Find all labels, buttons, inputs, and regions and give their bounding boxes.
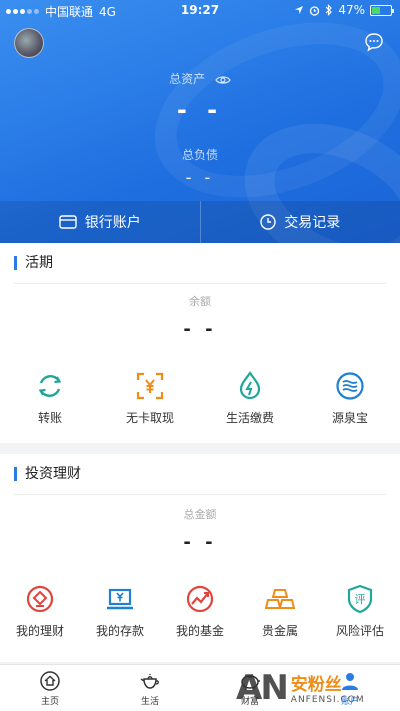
- risk-assessment-button[interactable]: 评 风险评估: [320, 584, 400, 639]
- yuanquanbao-button[interactable]: 源泉宝: [300, 371, 400, 426]
- section-title-investment: 投资理财: [14, 467, 81, 481]
- cardless-cash-icon: [136, 372, 164, 400]
- bank-account-button[interactable]: 银行账户: [0, 201, 200, 243]
- total-amount-value: - -: [183, 532, 217, 553]
- deposit-icon: [107, 588, 133, 610]
- yuanquanbao-label: 源泉宝: [331, 411, 368, 425]
- divider: [14, 494, 386, 495]
- home-icon: [40, 670, 60, 691]
- my-wealth-label: 我的理财: [15, 624, 64, 638]
- precious-metals-label: 贵金属: [261, 624, 298, 638]
- demand-actions: 转账 无卡取现 生活缴费 源泉宝: [0, 371, 400, 426]
- total-assets-label: 总资产: [0, 70, 400, 87]
- tab-home[interactable]: 主页: [0, 665, 100, 711]
- demand-deposit-card: 活期 余额 - - 转账 无卡取现 生活缴费 源泉宝: [0, 243, 400, 443]
- total-assets-text: 总资产: [169, 72, 206, 86]
- balance-label: 余额: [189, 295, 211, 308]
- piggy-bank-icon: [241, 674, 260, 690]
- precious-metals-button[interactable]: 贵金属: [240, 584, 320, 639]
- bottom-tab-bar: 主页 生活 财富 账户: [0, 664, 400, 711]
- total-amount-label: 总金额: [183, 508, 217, 521]
- bluetooth-icon: [325, 4, 333, 16]
- clock-icon: [260, 214, 276, 230]
- user-icon: [342, 672, 358, 690]
- investment-card: 投资理财 总金额 - - 我的理财 我的存款 我的基金 贵金属 评 风险评估: [0, 454, 400, 662]
- my-wealth-button[interactable]: 我的理财: [0, 584, 80, 639]
- svg-text:评: 评: [355, 593, 366, 606]
- cardless-cash-button[interactable]: 无卡取现: [100, 371, 200, 426]
- card-icon: [59, 215, 77, 229]
- quick-links-bar: 银行账户 交易记录: [0, 201, 400, 243]
- balance-value: - -: [183, 319, 217, 340]
- tab-account[interactable]: 账户: [300, 665, 400, 711]
- total-assets-value: - -: [176, 96, 224, 124]
- divider: [14, 283, 386, 284]
- bank-account-label: 银行账户: [84, 215, 141, 231]
- tab-account-label: 账户: [340, 696, 359, 707]
- fund-icon: [186, 585, 214, 613]
- risk-assessment-icon: 评: [347, 584, 373, 614]
- transaction-history-button[interactable]: 交易记录: [201, 201, 400, 243]
- account-header: 中国联通 4G 19:27 47% 总资产 - - 总负债 - - 银行账户 交…: [0, 0, 400, 243]
- status-bar: 中国联通 4G 19:27 47%: [0, 0, 400, 22]
- tab-wealth[interactable]: 财富: [200, 665, 300, 711]
- risk-assessment-label: 风险评估: [335, 624, 384, 638]
- location-icon: [295, 6, 304, 14]
- total-debt-value: - -: [185, 168, 215, 187]
- teapot-icon: [140, 673, 159, 689]
- gold-bars-icon: [265, 589, 295, 609]
- tab-life-label: 生活: [140, 696, 159, 707]
- transfer-icon: [38, 375, 62, 397]
- my-fund-button[interactable]: 我的基金: [160, 584, 240, 639]
- my-deposit-label: 我的存款: [95, 624, 144, 638]
- utility-payment-button[interactable]: 生活缴费: [200, 371, 300, 426]
- wave-icon: [336, 372, 364, 400]
- battery-icon: [370, 4, 394, 16]
- transaction-history-label: 交易记录: [284, 215, 341, 231]
- cardless-cash-label: 无卡取现: [125, 411, 174, 425]
- utility-payment-icon: [239, 371, 261, 400]
- my-fund-label: 我的基金: [175, 624, 224, 638]
- tab-home-label: 主页: [40, 696, 59, 707]
- alarm-icon: [310, 5, 320, 16]
- battery-percent: 47%: [338, 3, 365, 17]
- status-right: 47%: [294, 3, 394, 17]
- transfer-button[interactable]: 转账: [0, 371, 100, 426]
- utility-payment-label: 生活缴费: [225, 411, 274, 425]
- section-title-demand: 活期: [14, 256, 53, 270]
- my-deposit-button[interactable]: 我的存款: [80, 584, 160, 639]
- total-debt-label: 总负债: [181, 148, 218, 162]
- tab-life[interactable]: 生活: [100, 665, 200, 711]
- transfer-label: 转账: [37, 411, 62, 425]
- eye-icon[interactable]: [215, 75, 231, 85]
- avatar[interactable]: [14, 28, 44, 58]
- investment-actions: 我的理财 我的存款 我的基金 贵金属 评 风险评估: [0, 584, 400, 639]
- message-icon[interactable]: [364, 32, 384, 52]
- tab-wealth-label: 财富: [240, 696, 259, 707]
- wealth-icon: [26, 585, 54, 613]
